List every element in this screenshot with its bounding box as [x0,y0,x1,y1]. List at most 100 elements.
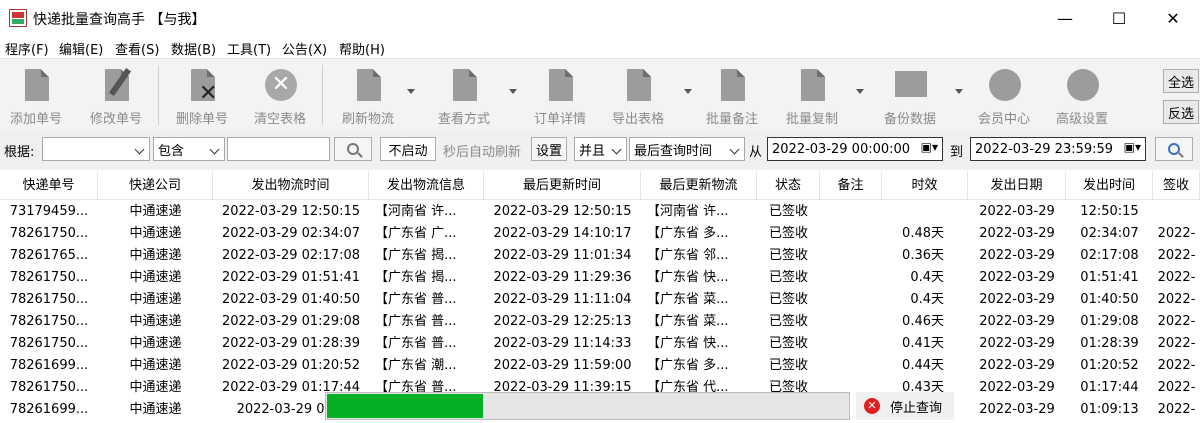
close-button[interactable]: ✕ [1146,0,1200,36]
table-row[interactable]: 73179459... 中通速递 2022-03-29 12:50:15 【河南省 许… [0,201,1200,223]
cell-last-update-info: 【广东省 快... [647,270,729,285]
cell-last-update-info: 【广东省 快... [647,336,729,351]
cell-sent-clock: 01:28:39 [1080,336,1139,351]
export-document-icon [621,67,655,104]
refresh-dropdown-icon[interactable] [407,89,415,94]
minimize-button[interactable]: — [1038,0,1092,36]
cell-signed: 2022- [1157,380,1196,395]
menu-notice[interactable]: 公告(X) [282,39,327,58]
menu-bar: 程序(F) 编辑(E) 查看(S) 数据(B) 工具(T) 公告(X) 帮助(H… [0,36,1200,58]
member-center-button[interactable]: 会员中心 [972,63,1036,127]
view-document-icon [447,67,481,104]
batch-copy-button[interactable]: 批量复制 [780,63,844,127]
cell-sent-clock: 01:20:52 [1080,358,1139,373]
cell-status: 已签收 [768,248,808,263]
search-input[interactable] [227,137,330,161]
date-search-button[interactable] [1155,137,1193,161]
column-header-note[interactable]: 备注 [820,172,882,200]
column-header-sent-date[interactable]: 发出日期 [968,172,1066,200]
column-header-signed[interactable]: 签收 [1153,172,1200,200]
from-date-picker[interactable]: 2022-03-29 00:00:00 ▣▾ [767,137,943,161]
cell-status: 已签收 [768,336,808,351]
cell-tracking-number: 78261699... [9,358,89,373]
auto-refresh-label: 秒后自动刷新 [443,145,522,160]
clear-table-button[interactable]: ✕ 清空表格 [248,63,312,127]
to-date-picker[interactable]: 2022-03-29 23:59:59 ▣▾ [970,137,1146,161]
table-row[interactable]: 78261699... 中通速递 2022-03-29 01:20:52 【广东省 潮… [0,355,1200,377]
logic-select[interactable]: 并且 [574,137,627,161]
view-mode-button[interactable]: 查看方式 [432,63,496,127]
field-select[interactable] [42,137,150,161]
time-field-select[interactable]: 最后查询时间 [629,137,745,161]
cell-last-update-time: 2022-03-29 11:29:36 [493,270,632,285]
table-row[interactable]: 78261750... 中通速递 2022-03-29 01:29:08 【广东省 普… [0,311,1200,333]
advanced-settings-button[interactable]: 高级设置 [1050,63,1114,127]
cell-sent-date: 2022-03-29 [979,314,1055,329]
cell-last-update-info: 【河南省 许... [647,204,729,219]
column-header-status[interactable]: 状态 [757,172,820,200]
cell-sent-time: 2022-03-29 02:34:07 [221,226,361,241]
cell-tracking-number: 78261750... [9,292,89,307]
menu-data[interactable]: 数据(B) [171,39,216,58]
menu-tools[interactable]: 工具(T) [227,39,271,58]
column-header-sent-info[interactable]: 发出物流信息 [369,172,484,200]
maximize-button[interactable]: ☐ [1092,0,1146,36]
cell-sent-clock: 02:34:07 [1080,226,1139,241]
view-dropdown-icon[interactable] [509,89,517,94]
table-row[interactable]: 78261750... 中通速递 2022-03-29 01:51:41 【广东省 揭… [0,267,1200,289]
table-row[interactable]: 78261750... 中通速递 2022-03-29 01:28:39 【广东省 普… [0,333,1200,355]
menu-help[interactable]: 帮助(H) [339,39,385,58]
menu-program[interactable]: 程序(F) [5,39,49,58]
export-dropdown-icon[interactable] [684,89,692,94]
auto-refresh-button[interactable]: 不启动 [380,137,436,161]
column-header-sent-clock[interactable]: 发出时间 [1066,172,1153,200]
add-number-button[interactable]: 添加单号 [4,63,68,127]
export-table-button[interactable]: 导出表格 [606,63,670,127]
cell-sent-date: 2022-03-29 [979,292,1055,307]
column-header-tracking-number[interactable]: 快递单号 [0,172,98,200]
column-header-sent-time[interactable]: 发出物流时间 [213,172,369,200]
search-icon [347,143,359,155]
refresh-logistics-button[interactable]: 刷新物流 [336,63,400,127]
cell-sent-info: 【河南省 许... [375,204,457,219]
column-header-last-update-info[interactable]: 最后更新物流 [641,172,757,200]
query-progress-bar [325,392,850,420]
cell-note [820,311,882,333]
filter-label: 根据: [4,145,35,160]
delete-document-icon: ✕ [185,67,219,106]
menu-view[interactable]: 查看(S) [115,39,159,58]
cell-last-update-time: 2022-03-29 11:11:04 [493,292,632,307]
search-button[interactable] [334,137,372,161]
cell-sent-date: 2022-03-29 [979,402,1055,417]
menu-edit[interactable]: 编辑(E) [59,39,103,58]
backup-dropdown-icon[interactable] [955,89,963,94]
cell-sent-date: 2022-03-29 [979,204,1055,219]
cell-sent-info: 【广东省 普... [375,314,457,329]
copy-dropdown-icon[interactable] [856,89,864,94]
invert-select-button[interactable]: 反选 [1163,100,1199,124]
batch-note-button[interactable]: 批量备注 [700,63,764,127]
column-header-courier[interactable]: 快递公司 [98,172,213,200]
order-detail-button[interactable]: 订单详情 [528,63,592,127]
table-row[interactable]: 78261750... 中通速递 2022-03-29 01:40:50 【广东省 普… [0,289,1200,311]
cell-last-update-info: 【广东省 多... [647,226,729,241]
cell-tracking-number: 78261750... [9,380,89,395]
stop-query-button[interactable]: ✕ 停止查询 [856,392,954,420]
select-all-button[interactable]: 全选 [1163,69,1199,93]
edit-number-button[interactable]: 修改单号 [84,63,148,127]
column-header-last-update-time[interactable]: 最后更新时间 [484,172,641,200]
gear-icon [1065,67,1099,104]
cell-sent-clock: 01:51:41 [1080,270,1139,285]
cell-sent-clock: 01:29:08 [1080,314,1139,329]
table-row[interactable]: 78261750... 中通速递 2022-03-29 02:34:07 【广东省 广… [0,223,1200,245]
table-row[interactable]: 78261765... 中通速递 2022-03-29 02:17:08 【广东省 揭… [0,245,1200,267]
cell-duration [882,201,968,223]
settings-button[interactable]: 设置 [531,137,567,161]
delete-number-button[interactable]: ✕ 删除单号 [170,63,234,127]
cell-last-update-info: 【广东省 菜... [647,314,729,329]
column-header-duration[interactable]: 时效 [882,172,968,200]
cell-tracking-number: 78261750... [9,226,89,241]
cell-courier: 中通速递 [129,336,182,351]
backup-data-button[interactable]: 备份数据 [878,63,942,127]
operator-select[interactable]: 包含 [153,137,225,161]
